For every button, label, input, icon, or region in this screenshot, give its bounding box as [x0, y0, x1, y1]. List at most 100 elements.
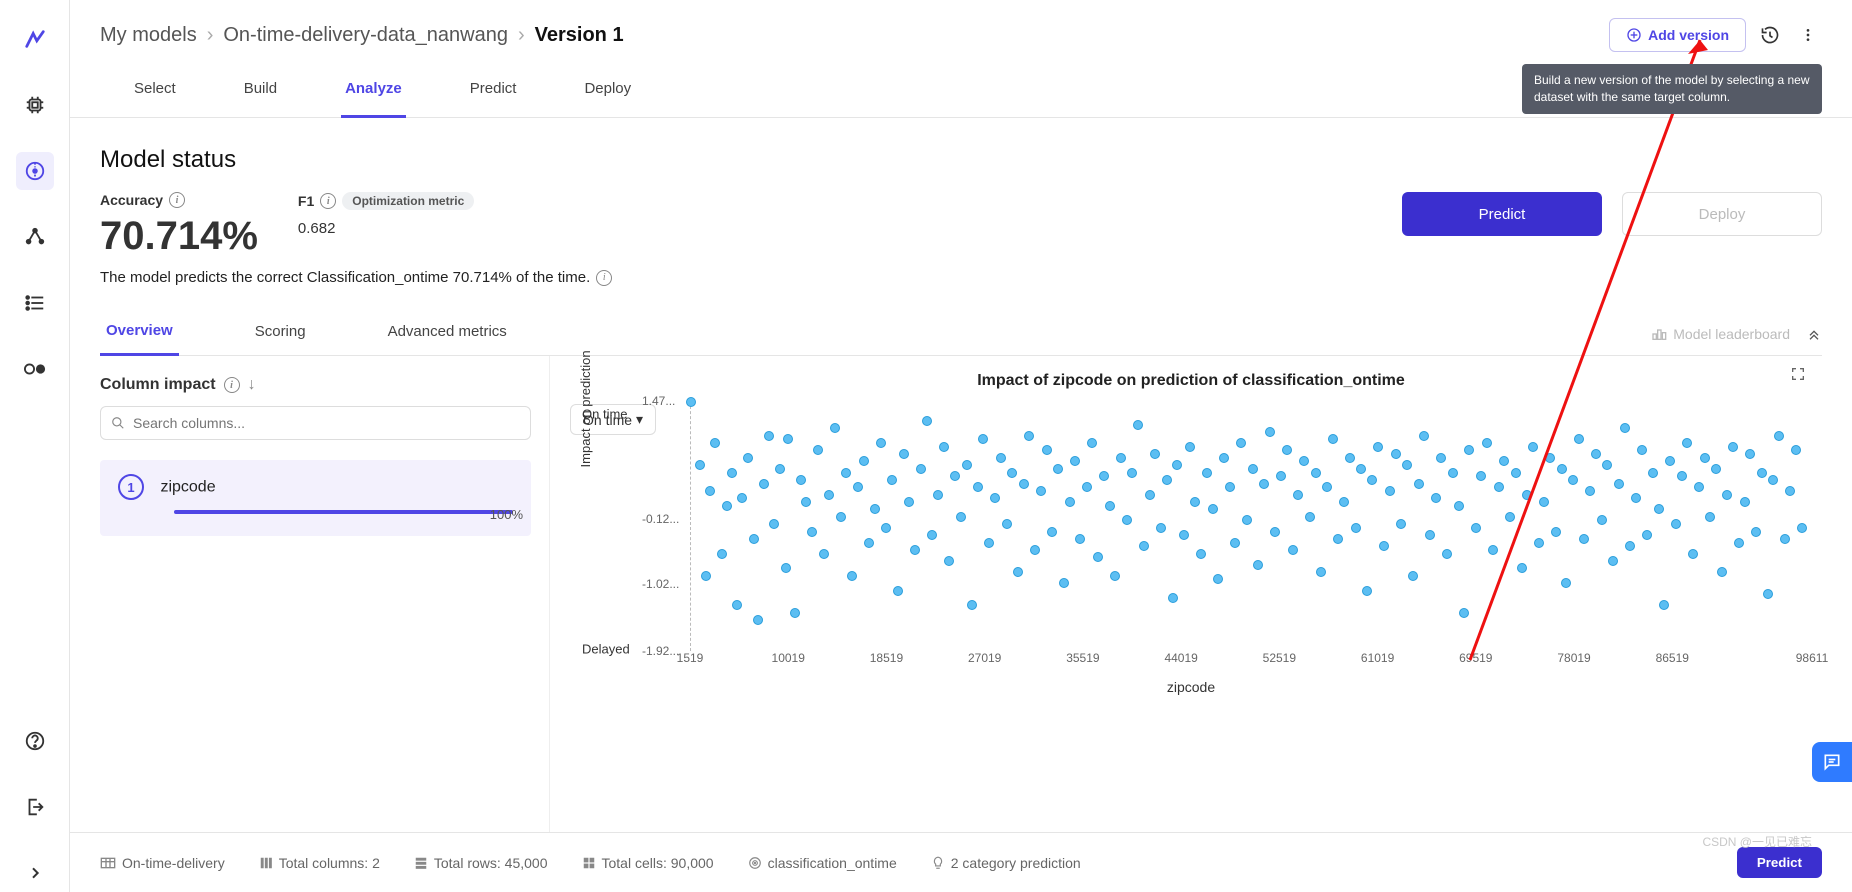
data-point[interactable] [1464, 445, 1474, 455]
data-point[interactable] [824, 490, 834, 500]
predict-button[interactable]: Predict [1402, 192, 1602, 236]
data-point[interactable] [1396, 519, 1406, 529]
data-point[interactable] [1316, 567, 1326, 577]
data-point[interactable] [1019, 479, 1029, 489]
data-point[interactable] [1345, 453, 1355, 463]
data-point[interactable] [701, 571, 711, 581]
data-point[interactable] [1711, 464, 1721, 474]
tab-analyze[interactable]: Analyze [341, 70, 406, 118]
data-point[interactable] [1791, 445, 1801, 455]
data-point[interactable] [1219, 453, 1229, 463]
toggle-icon[interactable] [16, 350, 54, 388]
data-point[interactable] [1780, 534, 1790, 544]
data-point[interactable] [1391, 449, 1401, 459]
data-point[interactable] [1454, 501, 1464, 511]
data-point[interactable] [1185, 442, 1195, 452]
info-icon[interactable]: i [320, 193, 336, 209]
data-point[interactable] [1561, 578, 1571, 588]
subtab-scoring[interactable]: Scoring [249, 313, 312, 354]
data-point[interactable] [1282, 445, 1292, 455]
data-point[interactable] [1059, 578, 1069, 588]
data-point[interactable] [1597, 515, 1607, 525]
data-point[interactable] [1127, 468, 1137, 478]
data-point[interactable] [1362, 586, 1372, 596]
data-point[interactable] [1608, 556, 1618, 566]
data-point[interactable] [737, 493, 747, 503]
data-point[interactable] [1270, 527, 1280, 537]
data-point[interactable] [1116, 453, 1126, 463]
data-point[interactable] [764, 431, 774, 441]
data-point[interactable] [1075, 534, 1085, 544]
data-point[interactable] [1620, 423, 1630, 433]
tab-predict[interactable]: Predict [466, 70, 521, 117]
data-point[interactable] [1168, 593, 1178, 603]
data-point[interactable] [1505, 512, 1515, 522]
graph-icon[interactable] [16, 218, 54, 256]
data-point[interactable] [1248, 464, 1258, 474]
data-point[interactable] [1740, 497, 1750, 507]
data-point[interactable] [1002, 519, 1012, 529]
data-point[interactable] [1425, 530, 1435, 540]
data-point[interactable] [1642, 530, 1652, 540]
data-point[interactable] [717, 549, 727, 559]
data-point[interactable] [1133, 420, 1143, 430]
data-point[interactable] [1202, 468, 1212, 478]
data-point[interactable] [887, 475, 897, 485]
data-point[interactable] [1763, 589, 1773, 599]
data-point[interactable] [904, 497, 914, 507]
data-point[interactable] [1373, 442, 1383, 452]
data-point[interactable] [1654, 504, 1664, 514]
data-point[interactable] [1172, 460, 1182, 470]
data-point[interactable] [1351, 523, 1361, 533]
chip-icon[interactable] [16, 86, 54, 124]
data-point[interactable] [830, 423, 840, 433]
data-point[interactable] [1522, 490, 1532, 500]
data-point[interactable] [1242, 515, 1252, 525]
data-point[interactable] [1557, 464, 1567, 474]
data-point[interactable] [847, 571, 857, 581]
data-point[interactable] [1099, 471, 1109, 481]
data-point[interactable] [759, 479, 769, 489]
data-point[interactable] [1442, 549, 1452, 559]
data-point[interactable] [1705, 512, 1715, 522]
sort-icon[interactable]: ↓ [248, 376, 256, 394]
tab-select[interactable]: Select [130, 70, 180, 117]
data-point[interactable] [1585, 486, 1595, 496]
data-point[interactable] [1322, 482, 1332, 492]
data-point[interactable] [1036, 486, 1046, 496]
search-columns-input[interactable] [133, 415, 520, 431]
tab-deploy[interactable]: Deploy [580, 70, 635, 117]
data-point[interactable] [899, 449, 909, 459]
data-point[interactable] [1774, 431, 1784, 441]
data-point[interactable] [916, 464, 926, 474]
data-point[interactable] [1339, 497, 1349, 507]
data-point[interactable] [1745, 449, 1755, 459]
add-version-button[interactable]: Add version [1609, 18, 1746, 52]
data-point[interactable] [695, 460, 705, 470]
scatter-plot[interactable]: Impact on prediction On time Delayed 1.4… [690, 401, 1812, 651]
data-point[interactable] [1367, 475, 1377, 485]
data-point[interactable] [819, 549, 829, 559]
data-point[interactable] [962, 460, 972, 470]
data-point[interactable] [1677, 471, 1687, 481]
data-point[interactable] [956, 512, 966, 522]
data-point[interactable] [1053, 464, 1063, 474]
data-point[interactable] [743, 453, 753, 463]
data-point[interactable] [1436, 453, 1446, 463]
data-point[interactable] [1551, 527, 1561, 537]
data-point[interactable] [1797, 523, 1807, 533]
more-icon[interactable] [1794, 21, 1822, 49]
data-point[interactable] [990, 493, 1000, 503]
footer-predict-button[interactable]: Predict [1737, 847, 1822, 878]
data-point[interactable] [1757, 468, 1767, 478]
data-point[interactable] [1333, 534, 1343, 544]
data-point[interactable] [1722, 490, 1732, 500]
data-point[interactable] [1385, 486, 1395, 496]
data-point[interactable] [1013, 567, 1023, 577]
data-point[interactable] [927, 530, 937, 540]
data-point[interactable] [1700, 453, 1710, 463]
data-point[interactable] [950, 471, 960, 481]
data-point[interactable] [859, 456, 869, 466]
data-point[interactable] [1694, 482, 1704, 492]
data-point[interactable] [813, 445, 823, 455]
